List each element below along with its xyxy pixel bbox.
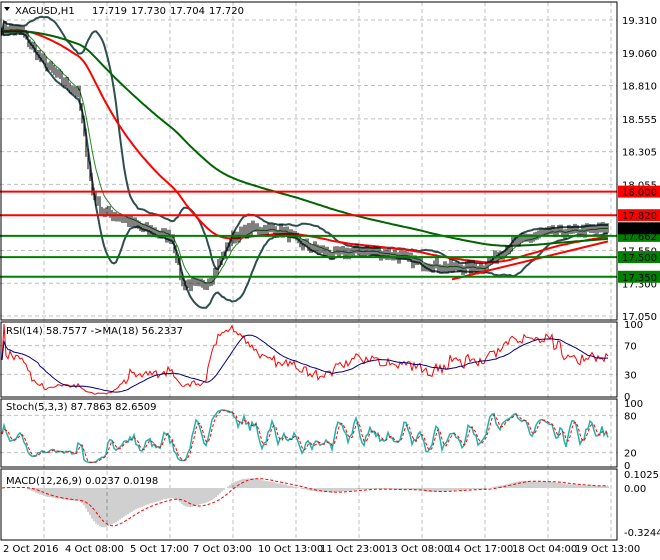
dropdown-triangle-icon[interactable] xyxy=(4,7,10,11)
level-label: 17.500 xyxy=(622,253,657,264)
price-tick: 18.555 xyxy=(622,115,657,126)
rsi-tick: 100 xyxy=(624,320,643,331)
sma-slow xyxy=(1,30,609,247)
time-label: 14 Oct 17:00 xyxy=(448,544,513,555)
rsi-label: RSI(14) 58.7577 ->MA(18) 56.2337 xyxy=(6,326,183,337)
price-tick: 19.310 xyxy=(622,16,657,27)
ohlc-low: 17.704 xyxy=(170,6,205,17)
rsi-tick: 30 xyxy=(624,370,637,381)
time-label: 11 Oct 23:00 xyxy=(320,544,385,555)
ohlc-close: 17.720 xyxy=(209,6,244,17)
chart-window: XAGUSD,H1 17.719 17.730 17.704 17.720 RS… xyxy=(0,0,660,560)
time-label: 7 Oct 03:00 xyxy=(193,544,252,555)
stoch-tick: 80 xyxy=(624,411,637,422)
level-label: 18.000 xyxy=(622,188,657,199)
current-price-label: 17.720 xyxy=(622,224,657,235)
macd-tick: 0.00 xyxy=(624,484,646,495)
time-label: 13 Oct 08:00 xyxy=(385,544,450,555)
ohlc-open: 17.719 xyxy=(92,6,127,17)
ema-red xyxy=(1,30,609,264)
macd-label: MACD(12,26,9) 0.0237 0.0198 xyxy=(6,476,158,487)
level-label: 17.820 xyxy=(622,211,657,222)
panel-border xyxy=(0,1,618,321)
time-label: 19 Oct 13:00 xyxy=(575,544,640,555)
rsi-ma-line xyxy=(1,334,608,393)
chart-canvas[interactable]: XAGUSD,H1 17.719 17.730 17.704 17.720 RS… xyxy=(0,0,660,560)
price-tick: 18.305 xyxy=(622,148,657,159)
price-tick: 18.810 xyxy=(622,82,657,93)
stoch-main-line xyxy=(1,409,609,464)
time-label: 2 Oct 2016 xyxy=(3,544,58,555)
ohlc-high: 17.730 xyxy=(131,6,166,17)
time-label: 5 Oct 17:00 xyxy=(130,544,189,555)
time-label: 18 Oct 04:00 xyxy=(512,544,577,555)
macd-tick: 0.1025 xyxy=(624,470,659,481)
stoch-label: Stoch(5,3,3) 87.7863 82.6509 xyxy=(6,402,157,413)
stoch-tick: 100 xyxy=(624,399,643,410)
rsi-tick: 70 xyxy=(624,342,637,353)
time-label: 10 Oct 13:00 xyxy=(258,544,323,555)
price-tick: 19.060 xyxy=(622,49,657,60)
level-label: 17.350 xyxy=(622,273,657,284)
stoch-tick: 20 xyxy=(624,449,637,460)
macd-tick: -0.3244 xyxy=(624,528,660,539)
symbol-title: XAGUSD,H1 xyxy=(15,6,75,17)
time-label: 4 Oct 08:00 xyxy=(65,544,124,555)
bollinger-lower xyxy=(1,31,608,309)
